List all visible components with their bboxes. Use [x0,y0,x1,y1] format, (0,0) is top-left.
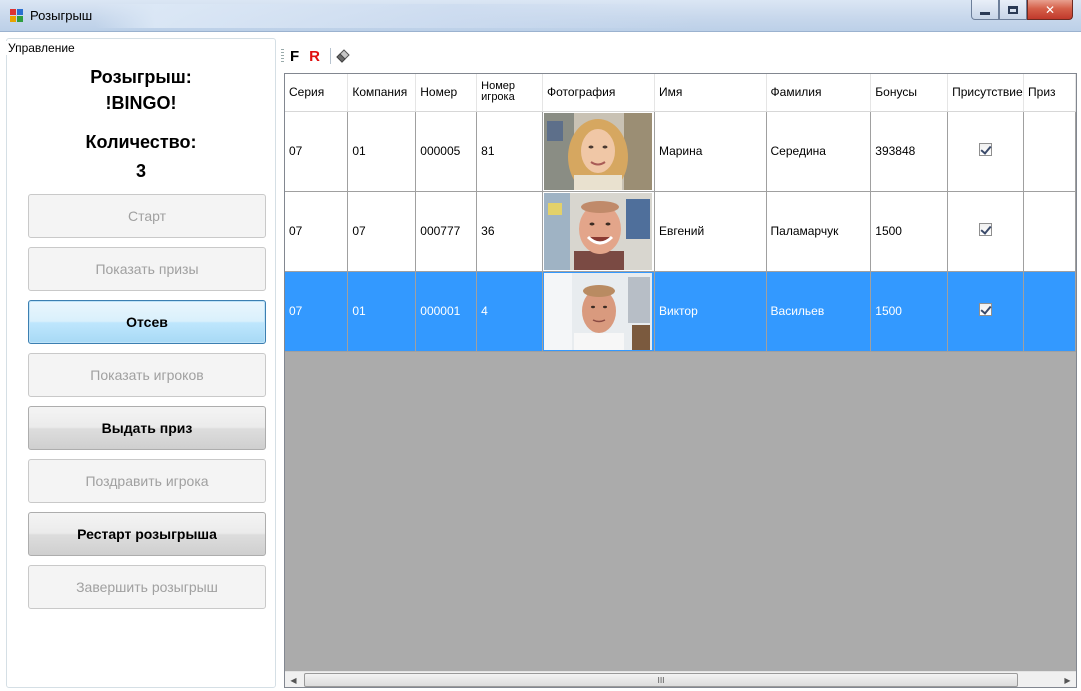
window-title: Розыгрыш [30,8,93,23]
cell-series[interactable]: 07 [285,271,349,352]
scroll-right-button[interactable]: ▶ [1059,672,1076,688]
window-controls: ✕ [971,0,1073,22]
cell-prize[interactable] [1023,271,1076,352]
draw-name: !BINGO! [105,93,177,113]
arrow-right-icon: ▶ [1064,675,1071,685]
column-header-player-number[interactable]: Номер игрока [476,74,543,112]
horizontal-scrollbar[interactable]: ◀ III ▶ [285,671,1076,687]
column-header-series[interactable]: Серия [285,74,349,112]
header-row: Серия Компания Номер Номер игрока Фотогр… [285,74,1076,112]
count-value: 3 [135,161,146,181]
scroll-thumb[interactable]: III [304,673,1018,687]
cell-number[interactable]: 000001 [415,271,478,352]
arrow-left-icon: ◀ [290,675,297,685]
screening-button[interactable]: Отсев [28,300,266,344]
give-prize-button[interactable]: Выдать приз [28,406,266,450]
scroll-left-button[interactable]: ◀ [285,672,302,688]
grip-icon: III [657,675,665,685]
close-icon: ✕ [1044,2,1056,17]
column-header-present[interactable]: Присутствие [947,74,1025,112]
cell-series[interactable]: 07 [285,191,349,272]
column-header-bonus[interactable]: Бонусы [870,74,949,112]
cell-series[interactable]: 07 [285,111,349,192]
cell-photo[interactable] [542,271,655,352]
f-toolbar-button[interactable]: F [290,48,299,65]
maximize-icon [1008,5,1018,14]
maximize-button[interactable] [999,0,1027,20]
minimize-icon [980,12,990,15]
toolbar: F R [281,45,351,67]
cell-number[interactable]: 000777 [415,191,478,272]
cell-present[interactable] [947,191,1025,272]
cell-player-number[interactable]: 81 [476,111,543,192]
congratulate-player-button[interactable]: Поздравить игрока [28,459,266,503]
player-photo-man-smiling [543,192,652,270]
table-row[interactable]: 07 07 000777 36 Евгений Паламарчук 1500 [285,191,1076,272]
player-photo-woman [543,112,652,190]
cell-company[interactable]: 01 [347,111,417,192]
cell-prize[interactable] [1023,191,1076,272]
start-button[interactable]: Старт [28,194,266,238]
restart-draw-button[interactable]: Рестарт розыгрыша [28,512,266,556]
cell-last-name[interactable]: Паламарчук [766,191,872,272]
eraser-icon[interactable] [335,48,351,64]
table-row-selected[interactable]: 07 01 000001 4 Виктор Васильев 1500 [285,271,1076,352]
cell-photo[interactable] [542,191,655,272]
column-header-last-name[interactable]: Фамилия [766,74,872,112]
app-icon [10,9,24,23]
column-header-number[interactable]: Номер [415,74,478,112]
cell-company[interactable]: 01 [347,271,417,352]
present-checkbox[interactable] [979,303,993,316]
toolbar-separator [330,48,332,64]
column-header-prize[interactable]: Приз [1023,74,1076,112]
cell-bonus[interactable]: 1500 [870,271,949,352]
cell-first-name[interactable]: Евгений [654,191,767,272]
cell-bonus[interactable]: 393848 [870,111,949,192]
cell-number[interactable]: 000005 [415,111,478,192]
table-row[interactable]: 07 01 000005 81 Марина Середина 393848 [285,111,1076,192]
cell-present[interactable] [947,111,1025,192]
draw-label: Розыгрыш: [90,67,192,87]
show-players-button[interactable]: Показать игроков [28,353,266,397]
r-toolbar-button[interactable]: R [309,48,320,65]
cell-photo[interactable] [542,111,655,192]
cell-prize[interactable] [1023,111,1076,192]
column-header-first-name[interactable]: Имя [654,74,767,112]
column-header-company[interactable]: Компания [347,74,417,112]
cell-bonus[interactable]: 1500 [870,191,949,272]
toolbar-grip[interactable] [281,49,284,63]
present-checkbox[interactable] [979,143,993,156]
close-button[interactable]: ✕ [1027,0,1073,20]
title-bar[interactable]: Розыгрыш ✕ [0,0,1081,32]
minimize-button[interactable] [971,0,999,20]
cell-present[interactable] [947,271,1025,352]
present-checkbox[interactable] [979,223,993,236]
cell-first-name[interactable]: Виктор [654,271,767,352]
players-grid[interactable]: Серия Компания Номер Номер игрока Фотогр… [284,73,1077,688]
count-label: Количество: [85,132,197,152]
cell-company[interactable]: 07 [347,191,417,272]
show-prizes-button[interactable]: Показать призы [28,247,266,291]
column-header-photo[interactable]: Фотография [542,74,655,112]
title-bar-glass [95,4,695,28]
finish-draw-button[interactable]: Завершить розыгрыш [28,565,266,609]
player-photo-man [543,272,652,350]
cell-player-number[interactable]: 4 [476,271,543,352]
cell-last-name[interactable]: Васильев [766,271,872,352]
cell-player-number[interactable]: 36 [476,191,543,272]
groupbox-title: Управление [6,41,77,55]
players-table: Серия Компания Номер Номер игрока Фотогр… [285,74,1076,352]
cell-first-name[interactable]: Марина [654,111,767,192]
cell-last-name[interactable]: Середина [766,111,872,192]
